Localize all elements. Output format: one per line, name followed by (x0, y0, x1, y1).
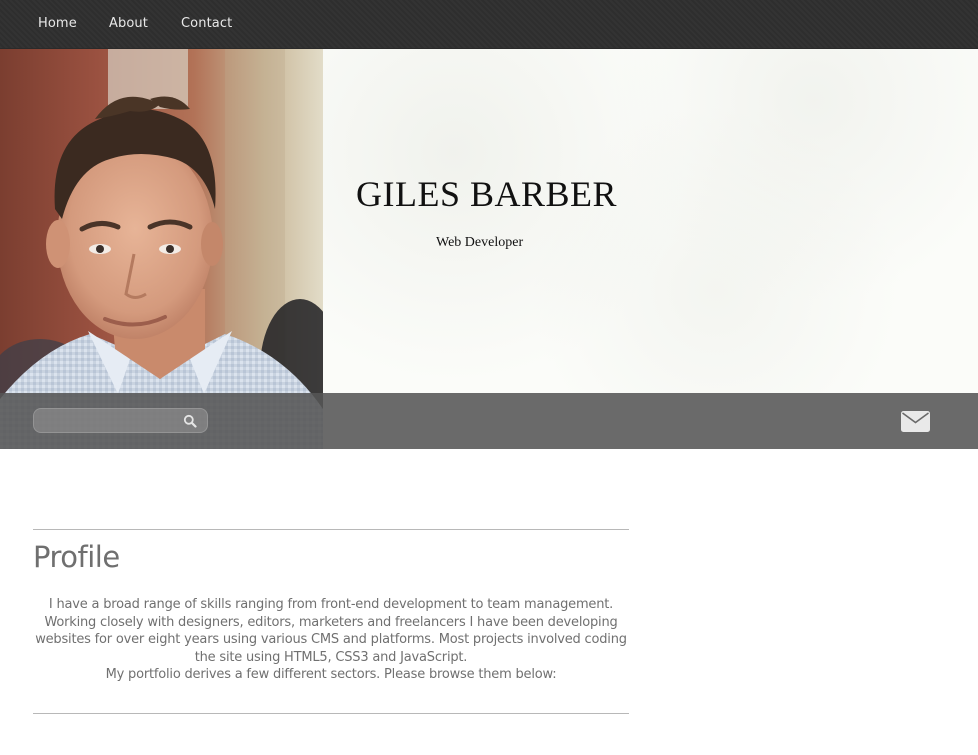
hero-role: Web Developer (436, 235, 524, 250)
search-box[interactable] (33, 408, 208, 433)
search-icon[interactable] (183, 414, 197, 428)
profile-heading: Profile (33, 540, 120, 574)
search-input[interactable] (42, 412, 177, 430)
hero-name: GILES BARBER (356, 174, 618, 214)
profile-photo (0, 49, 323, 449)
profile-description: I have a broad range of skills ranging f… (33, 596, 629, 684)
nav-about-link[interactable]: About (109, 16, 148, 31)
hero-banner: GILES BARBER Web Developer (0, 49, 978, 449)
nav-home-link[interactable]: Home (38, 16, 77, 31)
nav-contact-link[interactable]: Contact (181, 16, 232, 31)
profile-bottom-divider (33, 713, 629, 714)
profile-paragraph: I have a broad range of skills ranging f… (35, 597, 627, 665)
portfolio-intro: My portfolio derives a few different sec… (105, 667, 557, 682)
profile-top-divider (33, 529, 629, 530)
top-nav: Home About Contact (0, 0, 978, 49)
hero-toolbar (0, 393, 978, 449)
mail-icon[interactable] (901, 411, 930, 432)
hero-background (323, 49, 978, 393)
